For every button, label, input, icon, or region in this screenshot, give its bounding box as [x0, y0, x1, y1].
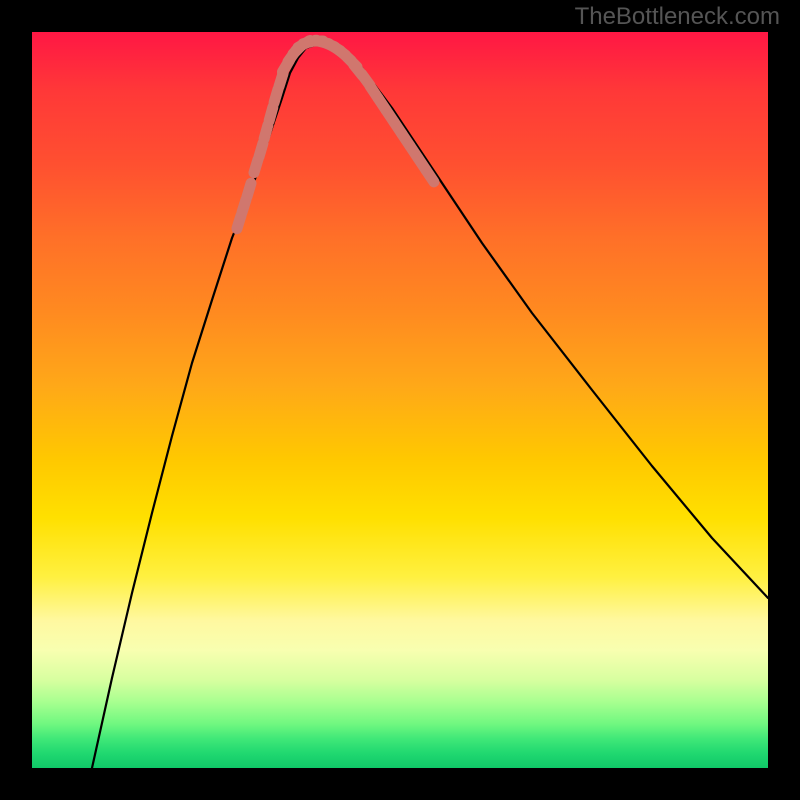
highlight-group — [237, 40, 434, 228]
chart-plot-area — [32, 32, 768, 768]
highlight-right-dash — [426, 170, 434, 182]
bottleneck-curve-path — [92, 43, 768, 768]
watermark-text: TheBottleneck.com — [575, 3, 780, 31]
chart-svg — [32, 32, 768, 768]
highlight-left-dash — [259, 143, 263, 156]
highlight-left-dash — [269, 107, 273, 120]
highlight-left-dash — [247, 183, 251, 196]
highlight-left-dash — [264, 125, 268, 138]
curve-group — [92, 43, 768, 768]
